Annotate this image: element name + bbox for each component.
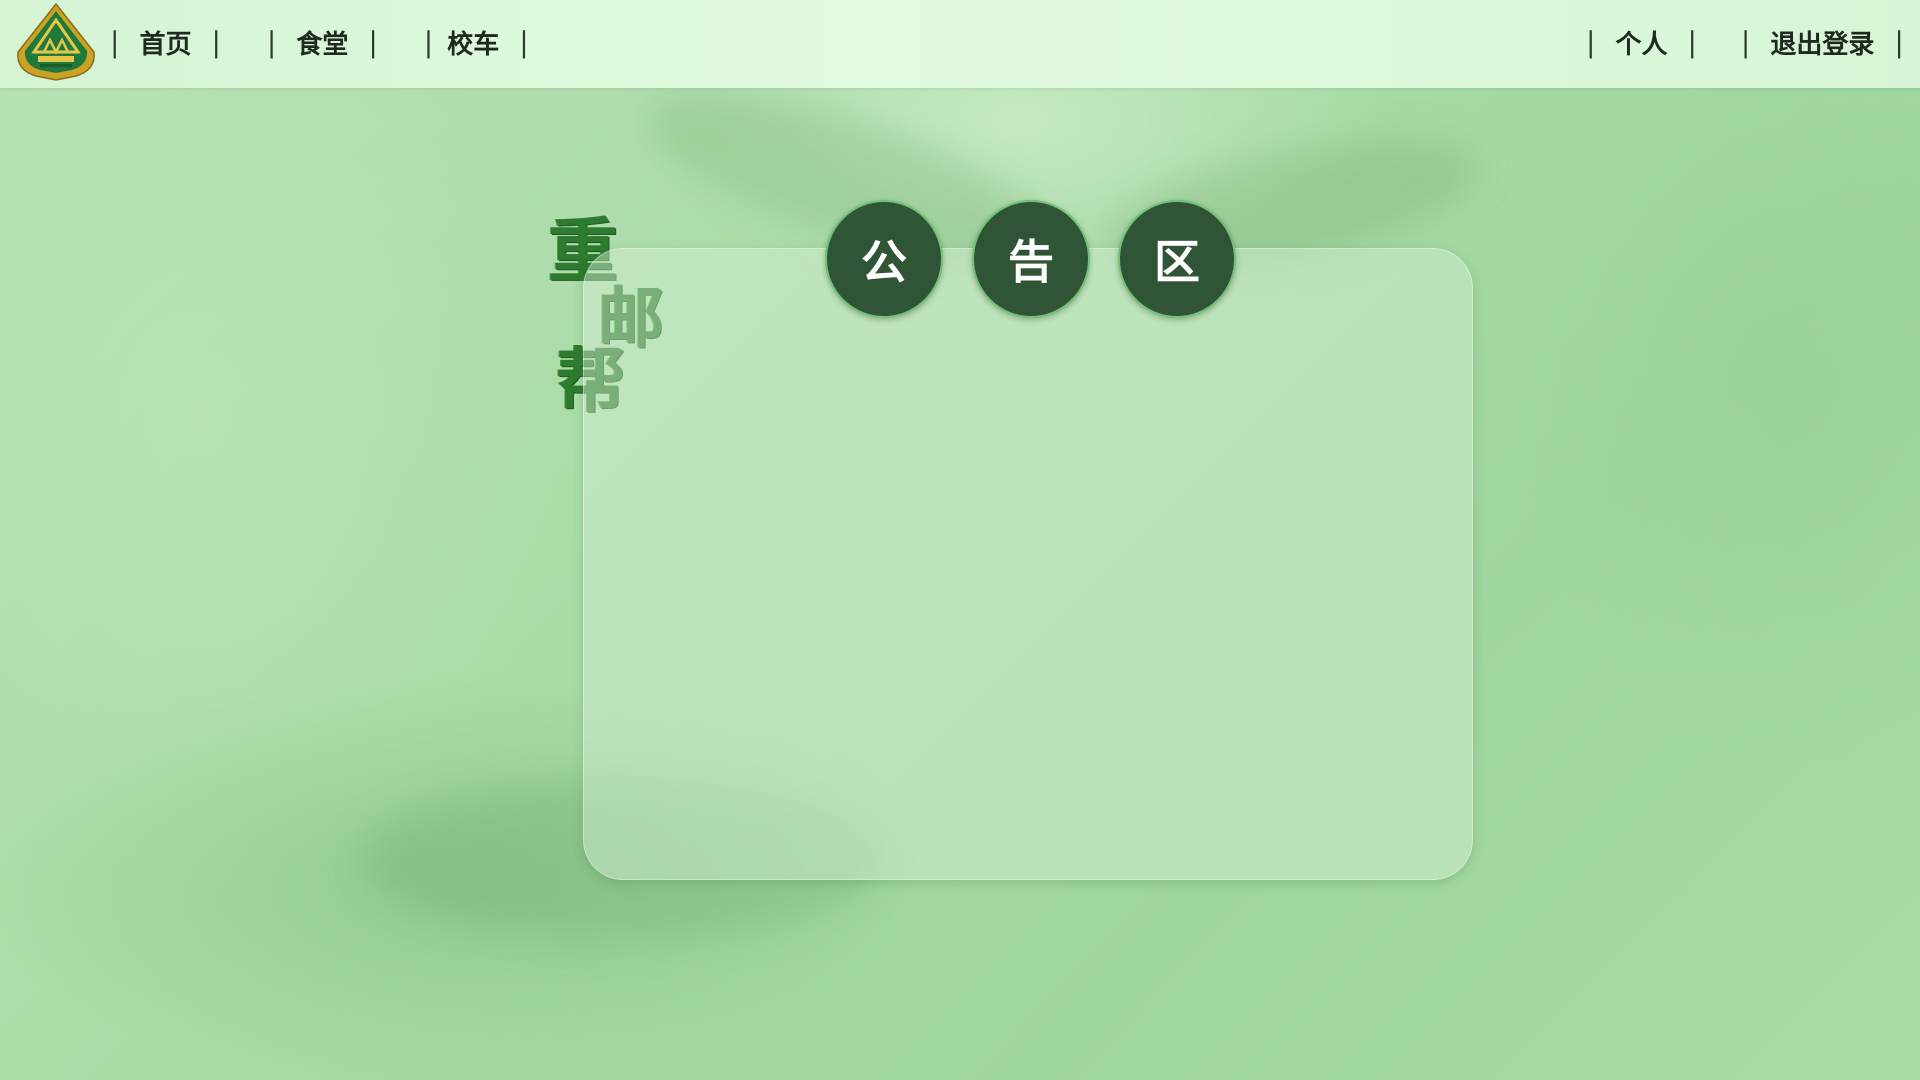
university-emblem-icon[interactable] [14, 2, 98, 82]
nav-item-canteen[interactable]: 食堂 [296, 24, 348, 61]
nav-separator: | [423, 25, 434, 59]
nav-item-home[interactable]: 首页 [139, 24, 191, 61]
top-navigation-bar: | 首页 | | 食堂 | | 校车 | | 个人 | | 退出登录 | [0, 0, 1920, 88]
nav-left: | 首页 | | 食堂 | | 校车 | [110, 0, 529, 84]
notice-board-panel [583, 248, 1473, 880]
nav-separator: | [1740, 25, 1751, 59]
nav-item-logout[interactable]: 退出登录 [1770, 24, 1874, 61]
nav-separator: | [368, 25, 378, 59]
nav-separator: | [110, 25, 120, 59]
nav-right: | 个人 | | 退出登录 | [1586, 0, 1904, 84]
nav-separator: | [1894, 25, 1904, 59]
nav-item-profile[interactable]: 个人 [1615, 24, 1667, 61]
nav-separator: | [519, 25, 529, 59]
notice-title-char: 区 [1118, 200, 1236, 318]
nav-item-shuttle-bus[interactable]: 校车 [447, 24, 499, 61]
notice-title-char: 公 [825, 200, 943, 318]
nav-separator: | [1687, 25, 1697, 59]
notice-title-char: 告 [972, 200, 1090, 318]
nav-separator: | [266, 25, 277, 59]
nav-separator: | [211, 25, 221, 59]
nav-separator: | [1586, 25, 1596, 59]
